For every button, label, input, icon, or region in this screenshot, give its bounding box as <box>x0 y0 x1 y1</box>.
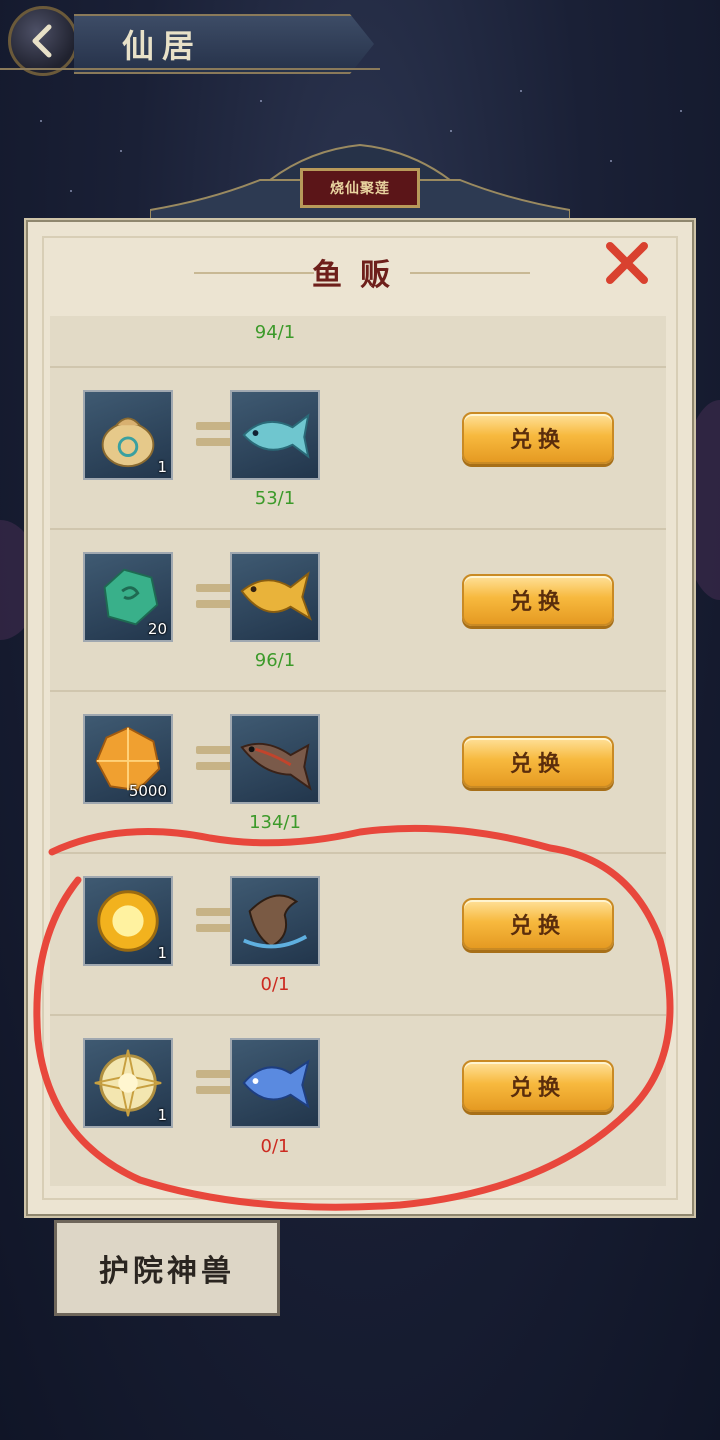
cost-slot[interactable]: 1 <box>83 876 173 966</box>
exchange-button[interactable]: 兑换 <box>462 574 614 626</box>
reward-slot[interactable] <box>230 552 320 642</box>
list-item: 94/1 <box>50 316 666 343</box>
leaping-fish-icon <box>243 894 308 949</box>
cost-slot[interactable]: 20 <box>83 552 173 642</box>
cost-quantity: 1 <box>157 458 167 476</box>
panel-title: 鱼贩 <box>312 258 408 293</box>
pavilion-plaque: 烧仙聚莲 <box>300 168 420 208</box>
exchange-button[interactable]: 兑换 <box>462 898 614 950</box>
reward-slot[interactable] <box>230 390 320 480</box>
reward-slot[interactable] <box>230 876 320 966</box>
cost-slot[interactable]: 1 <box>83 1038 173 1128</box>
exchange-button[interactable]: 兑换 <box>462 1060 614 1112</box>
spirit-fish-icon <box>242 1059 310 1109</box>
sun-orb-icon <box>97 890 159 952</box>
exchange-button[interactable]: 兑换 <box>462 412 614 464</box>
exchange-list[interactable]: 94/1 1 53/1 兑换 20 96/1 兑换 5000 134/1 兑换 … <box>50 316 666 1186</box>
golden-carp-icon <box>240 571 312 621</box>
cost-quantity: 1 <box>157 1106 167 1124</box>
exchange-button[interactable]: 兑换 <box>462 736 614 788</box>
list-item: 1 0/1 兑换 <box>50 1014 666 1178</box>
stock-count: 53/1 <box>254 488 296 509</box>
guardian-beast-tab[interactable]: 护院神兽 <box>54 1220 280 1316</box>
reward-slot[interactable] <box>230 714 320 804</box>
list-item: 1 0/1 兑换 <box>50 852 666 1016</box>
list-item: 5000 134/1 兑换 <box>50 690 666 854</box>
cost-slot[interactable]: 1 <box>83 390 173 480</box>
cost-quantity: 5000 <box>128 782 167 800</box>
back-button[interactable] <box>8 6 78 76</box>
close-icon[interactable] <box>604 240 650 286</box>
back-arrow-icon <box>32 24 52 58</box>
cost-quantity: 20 <box>147 620 167 638</box>
list-item: 20 96/1 兑换 <box>50 528 666 692</box>
fish-vendor-panel: 鱼贩 94/1 1 53/1 兑换 20 96/1 兑换 5000 134/1 … <box>24 218 696 1218</box>
title-banner: 仙居 <box>74 14 374 74</box>
red-carp-icon <box>240 742 312 791</box>
stock-count: 0/1 <box>260 1136 290 1157</box>
cost-slot[interactable]: 5000 <box>83 714 173 804</box>
coin-pouch-icon <box>101 417 155 468</box>
stock-count: 96/1 <box>254 650 296 671</box>
stock-count: 134/1 <box>249 812 301 833</box>
list-item: 1 53/1 兑换 <box>50 366 666 530</box>
page-title: 仙居 <box>122 27 203 65</box>
stock-count: 94/1 <box>254 322 296 343</box>
cost-quantity: 1 <box>157 944 167 962</box>
blue-fish-icon <box>242 413 310 459</box>
compass-orb-icon <box>94 1049 162 1117</box>
stock-count: 0/1 <box>260 974 290 995</box>
header-divider <box>0 68 380 70</box>
reward-slot[interactable] <box>230 1038 320 1128</box>
